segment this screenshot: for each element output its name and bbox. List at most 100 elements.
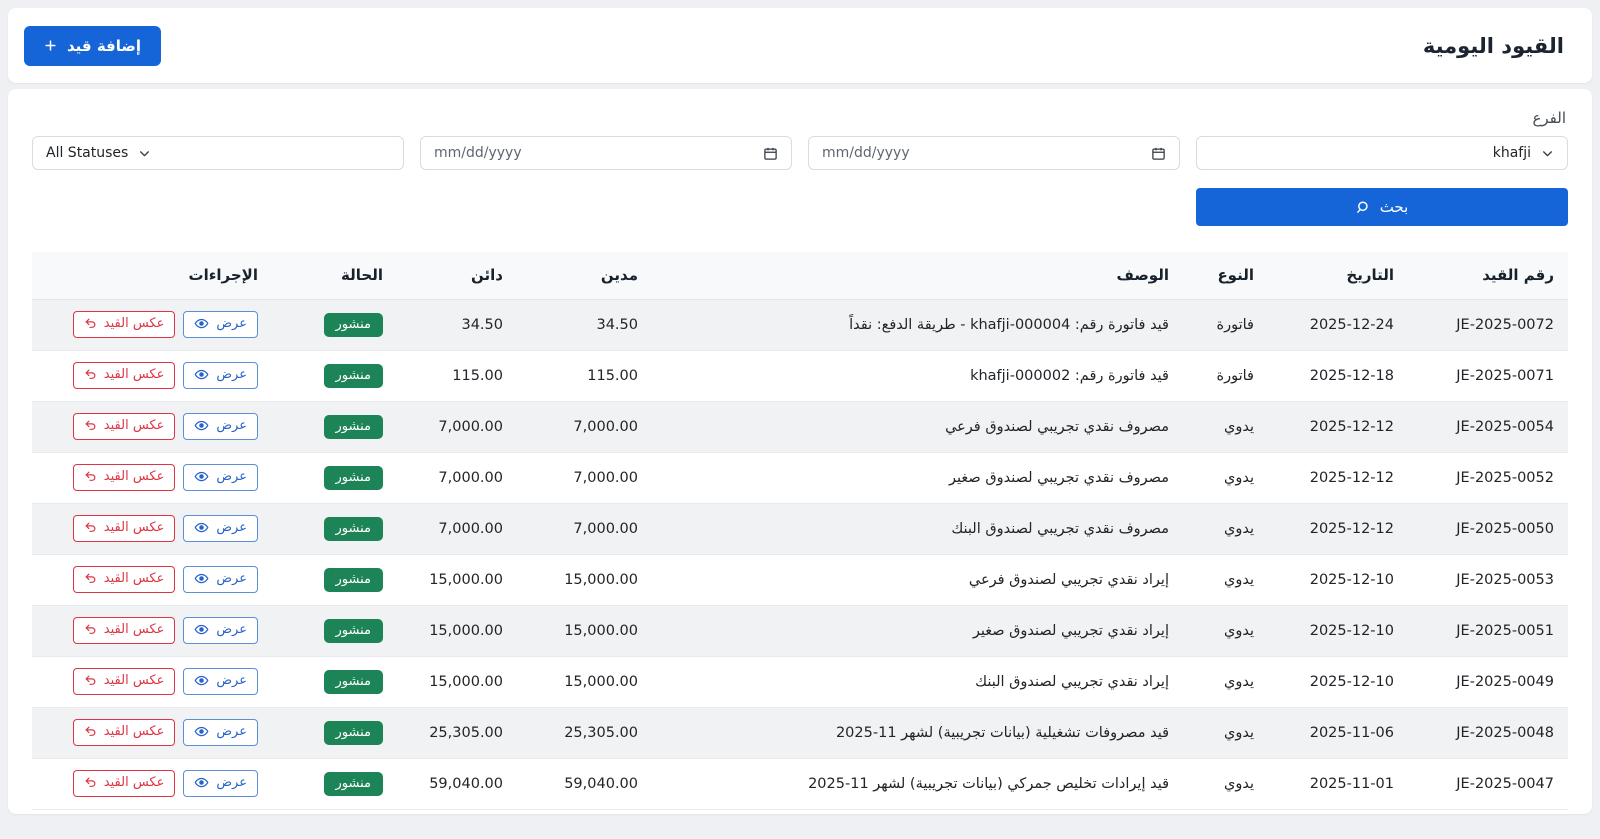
table-row: JE-2025-0049 2025-12-10 يدوي إيراد نقدي …: [32, 656, 1568, 708]
eye-icon: [194, 418, 209, 433]
reverse-entry-button[interactable]: عكس القيد: [72, 412, 176, 441]
table-body: JE-2025-0072 2025-12-24 فاتورة قيد فاتور…: [32, 299, 1568, 810]
reverse-entry-button[interactable]: عكس القيد: [72, 514, 176, 543]
cell-actions: عرض عكس القيد: [32, 707, 272, 759]
reverse-entry-button[interactable]: عكس القيد: [72, 718, 176, 747]
view-button[interactable]: عرض: [183, 616, 258, 645]
view-button[interactable]: عرض: [183, 769, 258, 798]
cell-entry-number: JE-2025-0048: [1408, 707, 1568, 759]
table-header-row: رقم القيد التاريخ النوع الوصف مدين دائن …: [32, 252, 1568, 300]
reverse-entry-button[interactable]: عكس القيد: [72, 667, 176, 696]
view-button[interactable]: عرض: [183, 463, 258, 492]
view-button-label: عرض: [216, 774, 247, 790]
search-row: بحث: [32, 188, 1568, 226]
reverse-entry-button[interactable]: عكس القيد: [72, 361, 176, 390]
undo-arrow-icon: [84, 776, 97, 789]
cell-date: 2025-12-12: [1268, 452, 1408, 504]
cell-description: إيراد نقدي تجريبي لصندوق صغير: [652, 605, 1183, 657]
reverse-button-label: عكس القيد: [103, 621, 165, 637]
cell-actions: عرض عكس القيد: [32, 758, 272, 810]
status-badge: منشور: [323, 720, 383, 745]
reverse-entry-button[interactable]: عكس القيد: [72, 463, 176, 492]
cell-debit: 59,040.00: [517, 758, 652, 810]
cell-entry-number: JE-2025-0050: [1408, 503, 1568, 555]
status-badge: منشور: [323, 567, 383, 592]
reverse-entry-button[interactable]: عكس القيد: [72, 616, 176, 645]
cell-description: قيد إيرادات تخليص جمركي (بيانات تجريبية)…: [652, 758, 1183, 810]
eye-icon: [194, 469, 209, 484]
view-button[interactable]: عرض: [183, 361, 258, 390]
date-to-input[interactable]: mm/dd/yyyy: [420, 136, 792, 170]
date-from-input[interactable]: mm/dd/yyyy: [808, 136, 1180, 170]
plus-icon: [44, 39, 57, 52]
cell-credit: 7,000.00: [397, 401, 517, 453]
view-button-label: عرض: [216, 519, 247, 535]
cell-date: 2025-12-18: [1268, 350, 1408, 402]
eye-icon: [194, 520, 209, 535]
table-row: JE-2025-0047 2025-11-01 يدوي قيد إيرادات…: [32, 758, 1568, 810]
view-button[interactable]: عرض: [183, 565, 258, 594]
reverse-entry-button[interactable]: عكس القيد: [72, 565, 176, 594]
cell-date: 2025-12-12: [1268, 503, 1408, 555]
reverse-button-label: عكس القيد: [103, 672, 165, 688]
cell-description: قيد فاتورة رقم: khafji-000004 - طريقة ال…: [652, 299, 1183, 351]
view-button[interactable]: عرض: [183, 718, 258, 747]
cell-actions: عرض عكس القيد: [32, 503, 272, 555]
cell-type: يدوي: [1183, 656, 1268, 708]
chevron-down-icon: [1541, 147, 1554, 160]
cell-credit: 15,000.00: [397, 656, 517, 708]
cell-status: منشور: [272, 554, 397, 606]
eye-icon: [194, 724, 209, 739]
reverse-button-label: عكس القيد: [103, 315, 165, 331]
reverse-button-label: عكس القيد: [103, 366, 165, 382]
reverse-entry-button[interactable]: عكس القيد: [72, 769, 176, 798]
cell-status: منشور: [272, 299, 397, 351]
cell-actions: عرض عكس القيد: [32, 605, 272, 657]
table-row: JE-2025-0053 2025-12-10 يدوي إيراد نقدي …: [32, 554, 1568, 606]
eye-icon: [194, 622, 209, 637]
status-filter-select[interactable]: All Statuses: [32, 136, 404, 170]
cell-type: يدوي: [1183, 401, 1268, 453]
cell-type: فاتورة: [1183, 350, 1268, 402]
add-entry-label: إضافة قيد: [67, 36, 142, 55]
branch-select[interactable]: khafji: [1196, 136, 1568, 170]
branch-select-value: khafji: [1492, 145, 1531, 161]
cell-entry-number: JE-2025-0047: [1408, 758, 1568, 810]
column-header-status: الحالة: [272, 252, 397, 300]
view-button[interactable]: عرض: [183, 310, 258, 339]
cell-debit: 7,000.00: [517, 401, 652, 453]
cell-debit: 25,305.00: [517, 707, 652, 759]
add-entry-button[interactable]: إضافة قيد: [24, 25, 162, 66]
journal-entries-table: رقم القيد التاريخ النوع الوصف مدين دائن …: [32, 252, 1568, 810]
undo-arrow-icon: [84, 623, 97, 636]
view-button-label: عرض: [216, 570, 247, 586]
undo-arrow-icon: [84, 368, 97, 381]
column-header-debit: مدين: [517, 252, 652, 300]
cell-type: فاتورة: [1183, 299, 1268, 351]
search-icon: [1356, 200, 1371, 215]
branch-label: الفرع: [1532, 109, 1566, 127]
view-button[interactable]: عرض: [183, 514, 258, 543]
view-button-label: عرض: [216, 468, 247, 484]
cell-credit: 34.50: [397, 299, 517, 351]
reverse-button-label: عكس القيد: [103, 519, 165, 535]
reverse-entry-button[interactable]: عكس القيد: [72, 310, 176, 339]
search-button[interactable]: بحث: [1196, 188, 1568, 226]
undo-arrow-icon: [84, 419, 97, 432]
reverse-button-label: عكس القيد: [103, 723, 165, 739]
undo-arrow-icon: [84, 674, 97, 687]
view-button[interactable]: عرض: [183, 667, 258, 696]
undo-arrow-icon: [84, 572, 97, 585]
cell-debit: 34.50: [517, 299, 652, 351]
status-filter-value: All Statuses: [46, 145, 129, 161]
status-badge: منشور: [323, 669, 383, 694]
cell-date: 2025-12-24: [1268, 299, 1408, 351]
cell-credit: 7,000.00: [397, 503, 517, 555]
view-button[interactable]: عرض: [183, 412, 258, 441]
view-button-label: عرض: [216, 621, 247, 637]
status-badge: منشور: [323, 363, 383, 388]
cell-date: 2025-12-10: [1268, 605, 1408, 657]
column-header-type: النوع: [1183, 252, 1268, 300]
status-badge: منشور: [323, 414, 383, 439]
view-button-label: عرض: [216, 417, 247, 433]
